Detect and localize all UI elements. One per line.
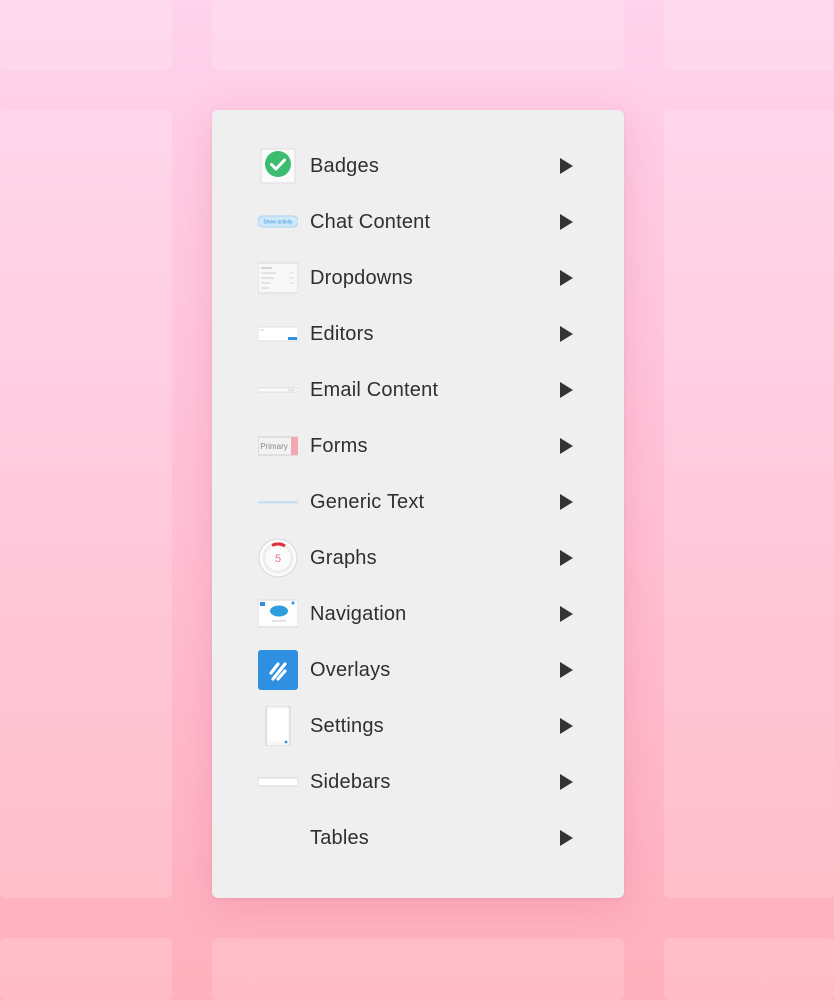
- menu-item-label: Editors: [310, 323, 374, 345]
- email-thumb-icon: [258, 370, 298, 410]
- triangle-right-icon: [560, 438, 573, 454]
- menu-item-label: Email Content: [310, 379, 439, 401]
- donut-graph-icon: 5: [258, 538, 298, 578]
- triangle-right-icon: [560, 494, 573, 510]
- menu-item-settings[interactable]: Settings: [212, 698, 624, 754]
- menu-item-editors[interactable]: Editors: [212, 306, 624, 362]
- menu-item-label: Badges: [310, 155, 380, 177]
- triangle-right-icon: [560, 774, 573, 790]
- graph-thumb-value: 5: [275, 553, 281, 565]
- check-badge-icon: [258, 146, 298, 186]
- form-thumb-text: Primary: [260, 442, 288, 451]
- triangle-right-icon: [560, 830, 573, 846]
- triangle-right-icon: [560, 270, 573, 286]
- menu-item-label: Forms: [310, 435, 368, 457]
- background-tile: [0, 0, 172, 70]
- menu-item-label: Chat Content: [310, 211, 431, 233]
- navigation-thumb-icon: [258, 594, 298, 634]
- triangle-right-icon: [560, 214, 573, 230]
- menu-item-label: Navigation: [310, 603, 407, 625]
- menu-item-graphs[interactable]: 5 Graphs: [212, 530, 624, 586]
- dropdown-thumb-icon: [258, 258, 298, 298]
- menu-item-badges[interactable]: Badges: [212, 138, 624, 194]
- triangle-right-icon: [560, 606, 573, 622]
- menu-item-navigation[interactable]: Navigation: [212, 586, 624, 642]
- chat-pill-icon: Show activity: [258, 202, 298, 242]
- background-tile: [664, 938, 834, 1000]
- background-tile: [0, 110, 172, 898]
- form-thumb-icon: Primary: [258, 426, 298, 466]
- background-tile: [664, 110, 834, 898]
- menu-item-label: Sidebars: [310, 771, 391, 793]
- menu-item-label: Overlays: [310, 659, 391, 681]
- text-line-thumb-icon: [258, 482, 298, 522]
- triangle-right-icon: [560, 718, 573, 734]
- editor-thumb-icon: [258, 314, 298, 354]
- menu-item-forms[interactable]: Primary Forms: [212, 418, 624, 474]
- table-thumb-icon: [258, 818, 298, 858]
- menu-item-email-content[interactable]: Email Content: [212, 362, 624, 418]
- background-tile: [212, 938, 624, 1000]
- menu-item-label: Tables: [310, 827, 370, 849]
- menu-item-dropdowns[interactable]: Dropdowns: [212, 250, 624, 306]
- menu-item-label: Generic Text: [310, 491, 425, 513]
- menu-item-tables[interactable]: Tables: [212, 810, 624, 866]
- component-menu: Badges Show activity Chat Content Dropdo…: [212, 110, 624, 898]
- triangle-right-icon: [560, 382, 573, 398]
- sidebar-thumb-icon: [258, 762, 298, 802]
- background-tile: [664, 0, 834, 70]
- menu-item-label: Settings: [310, 715, 384, 737]
- triangle-right-icon: [560, 326, 573, 342]
- menu-item-generic-text[interactable]: Generic Text: [212, 474, 624, 530]
- phone-thumb-icon: [258, 706, 298, 746]
- triangle-right-icon: [560, 158, 573, 174]
- triangle-right-icon: [560, 550, 573, 566]
- chat-pill-text: Show activity: [263, 220, 293, 226]
- menu-item-label: Graphs: [310, 547, 377, 569]
- background-tile: [212, 0, 624, 70]
- menu-item-overlays[interactable]: Overlays: [212, 642, 624, 698]
- menu-item-label: Dropdowns: [310, 267, 413, 289]
- background-tile: [0, 938, 172, 1000]
- menu-item-sidebars[interactable]: Sidebars: [212, 754, 624, 810]
- triangle-right-icon: [560, 662, 573, 678]
- overlay-logo-icon: [258, 650, 298, 690]
- menu-item-chat-content[interactable]: Show activity Chat Content: [212, 194, 624, 250]
